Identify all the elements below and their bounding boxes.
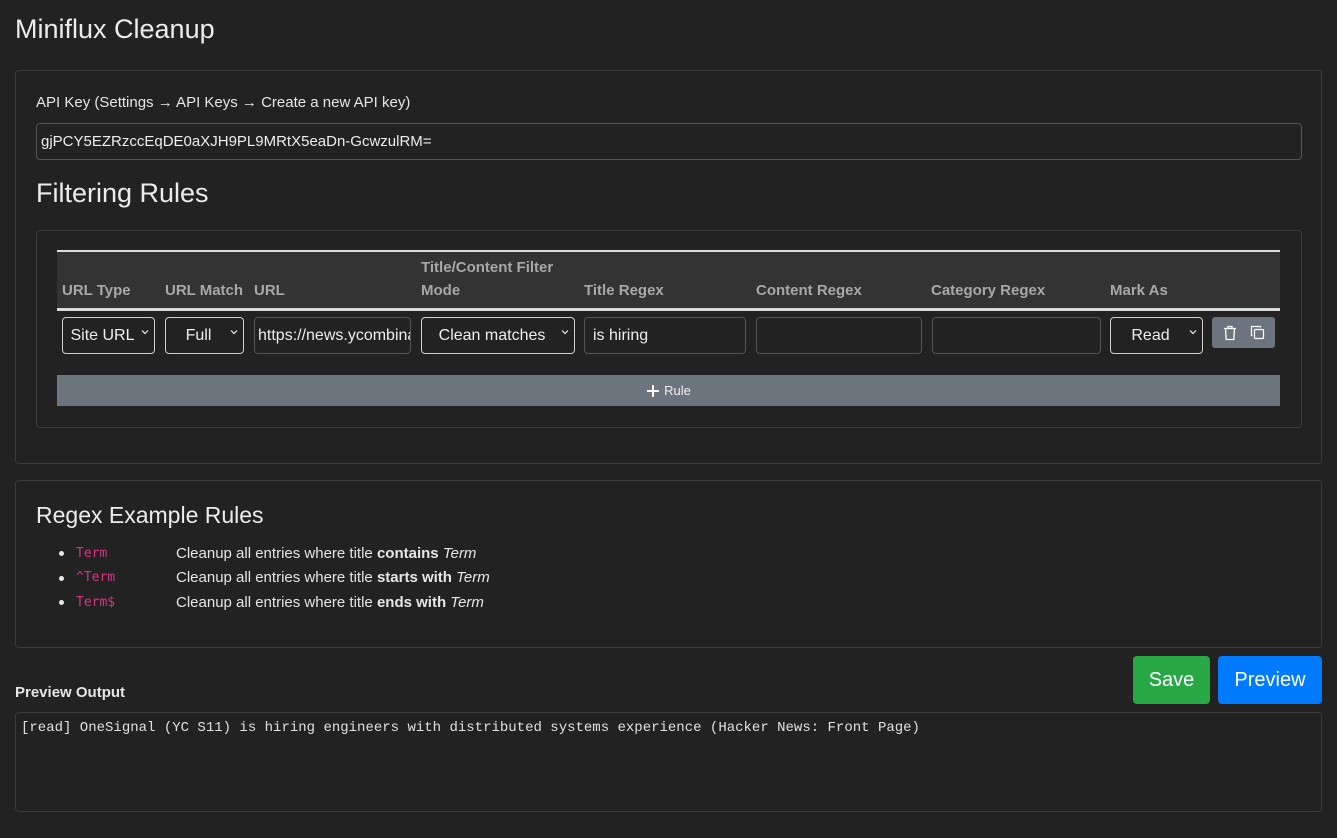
save-button[interactable]: Save: [1133, 656, 1210, 704]
delete-rule-button[interactable]: [1223, 325, 1237, 341]
filter-mode-value: Clean matches: [438, 326, 546, 344]
header-mode-line2: Mode: [421, 282, 461, 299]
url-match-value: Full: [185, 326, 212, 344]
url-match-select[interactable]: Full: [165, 317, 244, 354]
header-url-match: URL Match: [165, 282, 244, 299]
api-key-input[interactable]: [36, 123, 1302, 160]
duplicate-rule-button[interactable]: [1250, 325, 1265, 340]
add-rule-button[interactable]: Rule: [57, 375, 1280, 406]
add-rule-label: Rule: [664, 383, 691, 398]
row-actions: [1212, 317, 1275, 348]
mark-as-value: Read: [1131, 326, 1170, 344]
regex-examples-title: Regex Example Rules: [36, 502, 264, 528]
preview-output-label: Preview Output: [15, 684, 126, 701]
regex-examples-list: Term Cleanup all entries where title con…: [56, 541, 490, 615]
url-type-value: Site URL: [70, 326, 135, 344]
regex-example-item: ^Term Cleanup all entries where title st…: [56, 566, 490, 591]
regex-desc-bold: ends with: [376, 593, 447, 611]
regex-desc-italic: Term: [450, 593, 484, 611]
regex-description: Cleanup all entries where title starts w…: [176, 569, 490, 586]
header-mark-as: Mark As: [1110, 282, 1168, 299]
api-key-label: API Key (Settings → API Keys → Create a …: [36, 94, 411, 111]
regex-desc-italic: Term: [456, 569, 490, 587]
regex-example-item: Term Cleanup all entries where title con…: [56, 541, 490, 566]
regex-code: Term$: [76, 594, 116, 610]
regex-code: Term: [76, 545, 108, 561]
settings-card: API Key (Settings → API Keys → Create a …: [15, 70, 1322, 464]
filtering-rules-title: Filtering Rules: [36, 178, 209, 208]
chevron-down-icon: [141, 330, 149, 335]
regex-desc-text: Cleanup all entries where title: [176, 544, 377, 562]
regex-description: Cleanup all entries where title ends wit…: [176, 594, 484, 611]
trash-icon: [1223, 325, 1236, 340]
chevron-down-icon: [230, 330, 238, 335]
regex-example-item: Term$ Cleanup all entries where title en…: [56, 590, 490, 615]
regex-desc-bold: starts with: [376, 569, 452, 587]
preview-button[interactable]: Preview: [1218, 656, 1322, 704]
regex-desc-text: Cleanup all entries where title: [176, 593, 377, 611]
preview-output[interactable]: [read] OneSignal (YC S11) is hiring engi…: [15, 712, 1322, 812]
header-content-regex: Content Regex: [756, 282, 862, 299]
filter-mode-select[interactable]: Clean matches: [421, 317, 575, 354]
plus-icon: [647, 384, 660, 397]
regex-desc-bold: contains: [376, 544, 439, 562]
mark-as-select[interactable]: Read: [1110, 317, 1203, 354]
rules-table-container: URL Type URL Match URL Title/Content Fil…: [36, 230, 1302, 428]
url-type-select[interactable]: Site URL: [62, 317, 155, 354]
copy-icon: [1250, 325, 1264, 340]
chevron-down-icon: [1189, 330, 1197, 335]
title-regex-input[interactable]: is hiring: [584, 317, 746, 354]
header-url: URL: [254, 282, 285, 299]
regex-desc-text: Cleanup all entries where title: [176, 569, 377, 587]
regex-examples-card: Regex Example Rules Term Cleanup all ent…: [15, 480, 1322, 648]
regex-desc-italic: Term: [442, 544, 477, 562]
category-regex-input[interactable]: [932, 317, 1101, 354]
header-url-type: URL Type: [62, 282, 131, 299]
regex-description: Cleanup all entries where title contains…: [176, 545, 476, 562]
content-regex-input[interactable]: [756, 317, 922, 354]
header-mode-line1: Title/Content Filter: [421, 259, 554, 276]
header-category-regex: Category Regex: [931, 282, 1046, 299]
page-title: Miniflux Cleanup: [15, 14, 215, 44]
url-input[interactable]: https://news.ycombinator.com: [254, 317, 411, 354]
regex-code: ^Term: [76, 570, 116, 586]
header-title-regex: Title Regex: [584, 282, 664, 299]
chevron-down-icon: [561, 330, 569, 335]
